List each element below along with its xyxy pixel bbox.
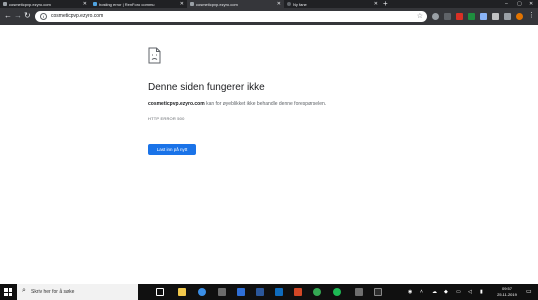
tab-1[interactable]: cosmeticpvp.ezyro.com ✕ bbox=[0, 0, 90, 8]
outlook-icon[interactable] bbox=[275, 288, 283, 296]
tab-favicon bbox=[287, 2, 291, 6]
forward-arrow-icon[interactable]: → bbox=[14, 11, 22, 21]
network-icon[interactable]: ▭ bbox=[456, 288, 461, 296]
extension-icon[interactable] bbox=[432, 13, 439, 20]
close-tab-icon[interactable]: ✕ bbox=[374, 1, 378, 7]
screen: cosmeticpvp.ezyro.com ✕ hosting error | … bbox=[0, 0, 538, 300]
notifications-icon[interactable]: ▭ bbox=[526, 288, 532, 295]
reload-icon[interactable]: ↻ bbox=[24, 11, 31, 21]
mail-icon[interactable] bbox=[237, 288, 245, 296]
task-view-icon[interactable] bbox=[156, 288, 164, 296]
tab-3-active[interactable]: cosmeticpvp.ezyro.com ✕ bbox=[187, 0, 284, 8]
chrome-icon[interactable] bbox=[313, 288, 321, 296]
error-host: cosmeticpvp.ezyro.com bbox=[148, 101, 205, 107]
store-icon[interactable] bbox=[218, 288, 226, 296]
tab-favicon bbox=[3, 2, 7, 6]
info-icon[interactable]: i bbox=[40, 13, 47, 20]
address-bar[interactable]: i cosmeticpvp.ezyro.com ☆ bbox=[35, 11, 427, 22]
back-arrow-icon[interactable]: ← bbox=[4, 11, 12, 21]
battery-icon[interactable]: ▮ bbox=[480, 288, 483, 296]
address-url[interactable]: cosmeticpvp.ezyro.com bbox=[51, 13, 103, 19]
game-icon[interactable] bbox=[355, 288, 363, 296]
tab-favicon bbox=[93, 2, 97, 6]
minimize-icon[interactable]: – bbox=[505, 0, 508, 8]
dropbox-icon[interactable]: ◆ bbox=[444, 288, 448, 296]
profile-avatar[interactable] bbox=[516, 13, 523, 20]
menu-kebab-icon[interactable]: ⋮ bbox=[528, 11, 535, 21]
powerpoint-icon[interactable] bbox=[294, 288, 302, 296]
error-message: kan for øyeblikket ikke behandle denne f… bbox=[204, 101, 327, 107]
tab-strip: cosmeticpvp.ezyro.com ✕ hosting error | … bbox=[0, 0, 538, 8]
clock-date: 25.11.2019 bbox=[497, 291, 517, 297]
tab-title: Ny fane bbox=[293, 1, 307, 7]
edge-icon[interactable] bbox=[198, 288, 206, 296]
close-tab-icon[interactable]: ✕ bbox=[83, 1, 87, 7]
spotify-icon[interactable] bbox=[333, 288, 341, 296]
user-icon[interactable]: ◉ bbox=[408, 288, 412, 296]
tab-favicon bbox=[190, 2, 194, 6]
windows-start-icon[interactable] bbox=[4, 288, 12, 296]
search-icon: ⌕ bbox=[22, 287, 26, 294]
word-icon[interactable] bbox=[256, 288, 264, 296]
extension-icon[interactable] bbox=[468, 13, 475, 20]
cloud-icon[interactable]: ☁ bbox=[432, 288, 437, 296]
tab-title: hosting error | RenForo commu bbox=[99, 1, 155, 7]
system-clock[interactable]: 09:57 25.11.2019 bbox=[492, 286, 522, 297]
tab-title: cosmeticpvp.ezyro.com bbox=[9, 1, 51, 7]
terminal-icon[interactable] bbox=[374, 288, 382, 296]
extension-icon[interactable] bbox=[444, 13, 451, 20]
taskbar-search[interactable]: ⌕ Skriv her for å søke bbox=[17, 284, 138, 300]
cast-icon[interactable] bbox=[492, 13, 499, 20]
extension-icon[interactable] bbox=[456, 13, 463, 20]
error-page bbox=[0, 25, 538, 277]
extension-icon[interactable] bbox=[480, 13, 487, 20]
tab-4[interactable]: Ny fane ✕ bbox=[284, 0, 381, 8]
reload-button[interactable]: Last inn på nytt bbox=[148, 144, 196, 155]
new-tab-button[interactable]: + bbox=[383, 0, 388, 8]
close-window-icon[interactable]: ✕ bbox=[529, 0, 533, 8]
error-code: HTTP ERROR 500 bbox=[148, 116, 185, 121]
chevron-up-icon[interactable]: ˄ bbox=[420, 288, 423, 296]
volume-icon[interactable]: ◁ bbox=[468, 288, 472, 296]
close-tab-icon[interactable]: ✕ bbox=[180, 1, 184, 7]
sad-page-icon bbox=[148, 47, 161, 64]
tab-2[interactable]: hosting error | RenForo commu ✕ bbox=[90, 0, 187, 8]
close-tab-icon[interactable]: ✕ bbox=[277, 1, 281, 7]
extension-icon[interactable] bbox=[504, 13, 511, 20]
file-explorer-icon[interactable] bbox=[178, 288, 186, 296]
tab-title: cosmeticpvp.ezyro.com bbox=[196, 1, 238, 7]
error-title: Denne siden fungerer ikke bbox=[148, 82, 265, 93]
error-description: cosmeticpvp.ezyro.com kan for øyeblikket… bbox=[148, 101, 326, 107]
bookmark-star-icon[interactable]: ☆ bbox=[417, 12, 423, 20]
search-placeholder[interactable]: Skriv her for å søke bbox=[31, 289, 74, 295]
maximize-icon[interactable]: ▢ bbox=[517, 0, 522, 8]
taskbar: ⌕ Skriv her for å søke ◉ ˄ ☁ ◆ ▭ ◁ ▮ 09:… bbox=[0, 284, 538, 300]
